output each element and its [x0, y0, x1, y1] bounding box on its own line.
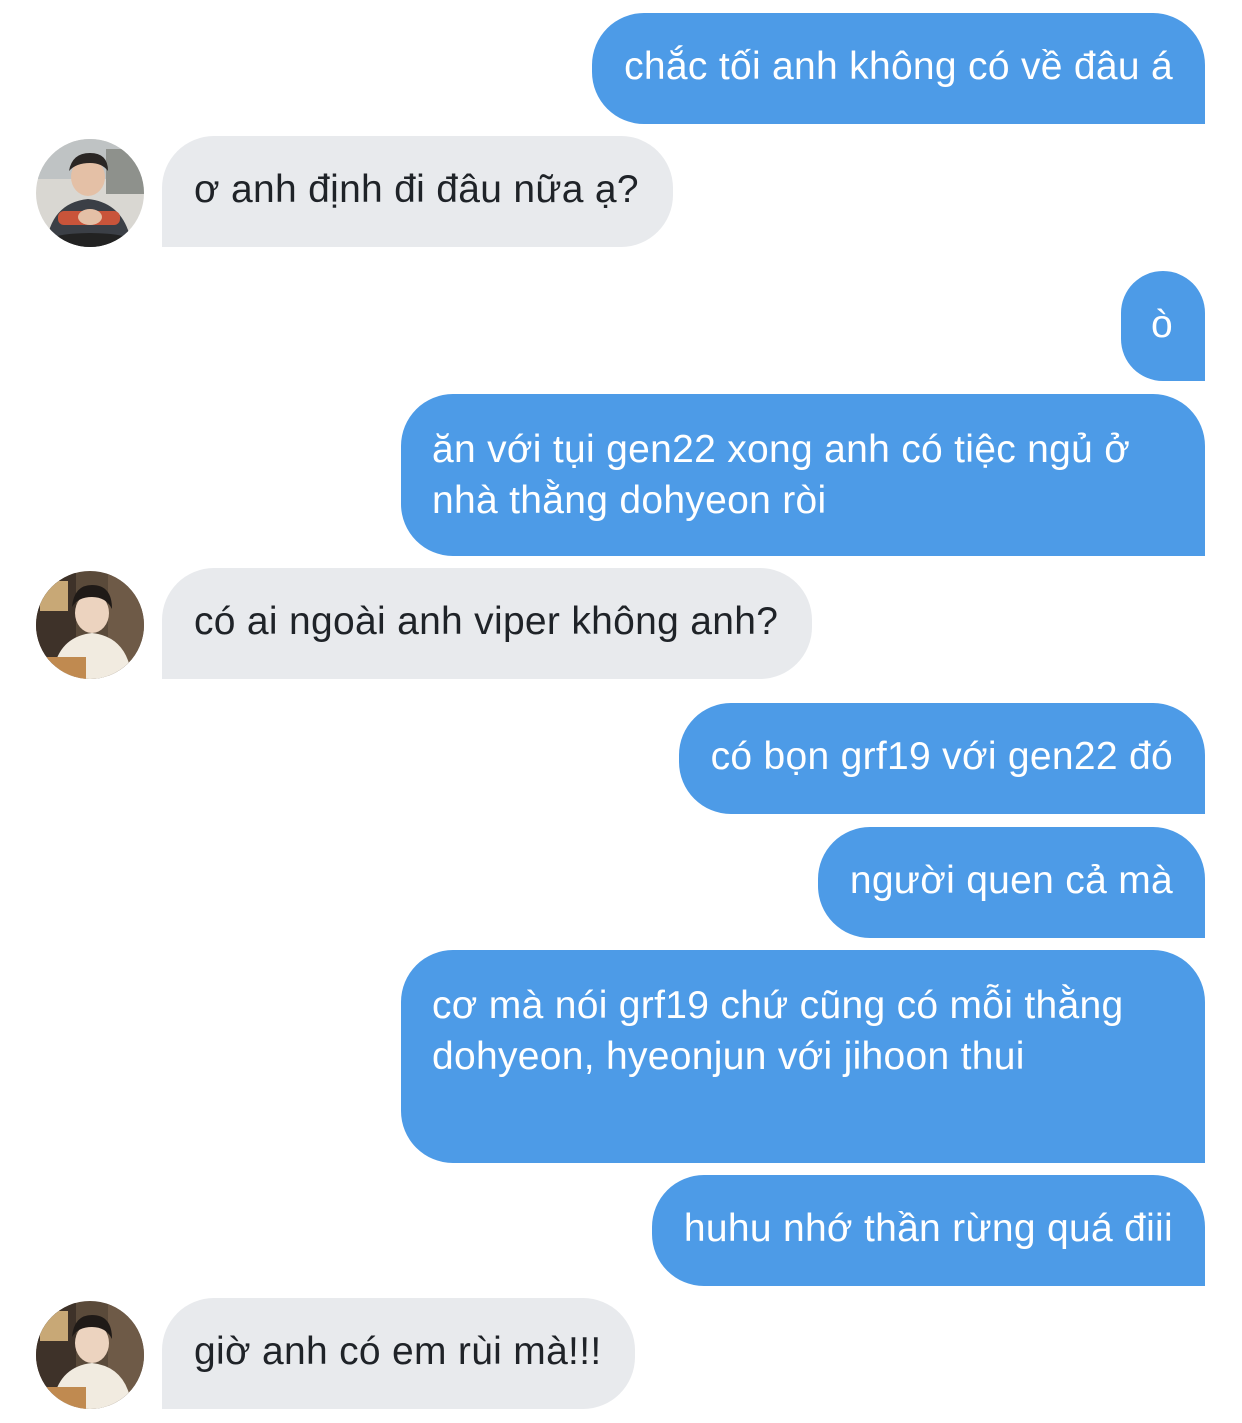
contact-avatar-icon[interactable]	[36, 571, 144, 679]
avatar-photo	[36, 1301, 144, 1409]
outgoing-message-bubble[interactable]: người quen cả mà	[817, 827, 1205, 938]
outgoing-message-bubble[interactable]: huhu nhớ thần rừng quá điii	[651, 1175, 1205, 1286]
contact-avatar-icon[interactable]	[36, 139, 144, 247]
incoming-message-bubble[interactable]: có ai ngoài anh viper không anh?	[162, 568, 813, 679]
contact-avatar-icon[interactable]	[36, 1301, 144, 1409]
outgoing-message-bubble[interactable]: chắc tối anh không có về đâu á	[592, 13, 1205, 124]
avatar-photo	[36, 139, 144, 247]
outgoing-message-bubble[interactable]: cơ mà nói grf19 chứ cũng có mỗi thằng do…	[401, 950, 1205, 1163]
incoming-message-bubble[interactable]: giờ anh có em rùi mà!!!	[162, 1298, 636, 1409]
incoming-message-bubble[interactable]: ơ anh định đi đâu nữa ạ?	[162, 136, 673, 247]
outgoing-message-bubble[interactable]: có bọn grf19 với gen22 đó	[678, 703, 1205, 814]
outgoing-message-bubble[interactable]: ăn với tụi gen22 xong anh có tiệc ngủ ở …	[401, 394, 1205, 556]
avatar-photo	[36, 571, 144, 679]
outgoing-message-bubble[interactable]: ò	[1121, 271, 1205, 381]
